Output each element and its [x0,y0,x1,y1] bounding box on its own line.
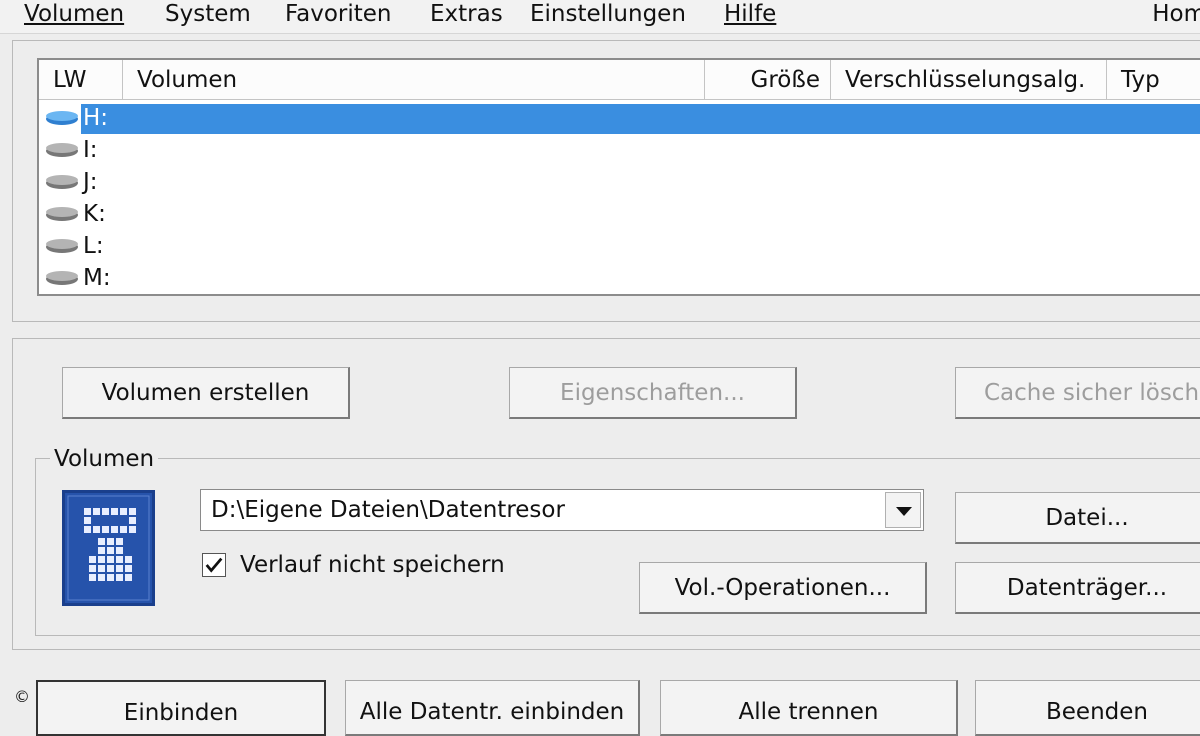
drive-row-i[interactable]: I: [39,134,1200,166]
create-volume-button[interactable]: Volumen erstellen [62,367,350,419]
copyright-mark: © [14,687,30,706]
volume-operations-button[interactable]: Vol.-Operationen... [639,562,927,614]
drive-row-k[interactable]: K: [39,198,1200,230]
menu-volumen-label: Volumen [24,1,125,27]
drive-list-header: LW Volumen Größe Verschlüsselungsalg. Ty… [39,60,1200,100]
select-file-label: Datei... [1045,504,1129,531]
exit-button[interactable]: Beenden [975,680,1200,736]
volume-path-dropdown-button[interactable] [885,492,921,528]
menu-homepage-label: Hom [1152,1,1200,27]
selection-highlight [81,104,1200,134]
select-device-button[interactable]: Datenträger... [955,562,1200,614]
volume-operations-label: Vol.-Operationen... [674,574,891,601]
drive-row-h[interactable]: H: [39,102,1200,134]
drive-row-m[interactable]: M: [39,262,1200,294]
mount-button[interactable]: Einbinden [36,680,326,736]
menu-hilfe-label: Hilfe [724,1,777,27]
column-header-algorithmus[interactable]: Verschlüsselungsalg. [831,60,1107,100]
menu-system-label: System [165,1,251,27]
drive-letter: I: [83,137,98,163]
drive-row-l[interactable]: L: [39,230,1200,262]
create-volume-label: Volumen erstellen [101,379,310,406]
drive-rows: H: I: J: K: L: M: [39,102,1200,294]
select-device-label: Datenträger... [1006,574,1168,601]
column-header-groesse[interactable]: Größe [705,60,831,100]
menu-homepage[interactable]: Hom [1152,0,1200,28]
mount-label: Einbinden [123,700,239,726]
drive-letter: K: [83,201,106,227]
properties-label: Eigenschaften... [560,379,745,406]
truecrypt-logo-icon [62,490,155,606]
menu-extras-label: Extras [430,1,503,27]
never-save-history-label[interactable]: Verlauf nicht speichern [240,550,505,580]
drive-letter: H: [83,105,109,131]
drive-icon [46,207,78,221]
chevron-down-icon [896,507,912,516]
column-header-volumen[interactable]: Volumen [123,60,705,100]
menu-extras[interactable]: Extras [430,0,503,28]
drive-icon [46,175,78,189]
menu-favoriten-label: Favoriten [285,1,392,27]
menu-bar: Volumen System Favoriten Extras Einstell… [0,0,1200,34]
column-header-lw[interactable]: LW [39,60,123,100]
menu-volumen[interactable]: Volumen [24,0,124,28]
wipe-cache-label: Cache sicher lösche [984,379,1200,406]
wipe-cache-button[interactable]: Cache sicher lösche [955,367,1200,419]
menu-einstellungen-label: Einstellungen [530,1,686,27]
select-file-button[interactable]: Datei... [955,492,1200,544]
column-header-typ[interactable]: Typ [1107,60,1200,100]
drive-letter: M: [83,265,111,291]
menu-favoriten[interactable]: Favoriten [285,0,392,28]
mount-all-button[interactable]: Alle Datentr. einbinden [345,680,640,736]
checkmark-icon [205,557,223,573]
drive-letter: L: [83,233,104,259]
menu-system[interactable]: System [165,0,251,28]
drive-letter: J: [83,169,98,195]
properties-button[interactable]: Eigenschaften... [509,367,797,419]
menu-hilfe[interactable]: Hilfe [724,0,776,28]
drive-list[interactable]: LW Volumen Größe Verschlüsselungsalg. Ty… [37,58,1200,296]
drive-icon [46,143,78,157]
drive-icon [46,239,78,253]
volume-path-combobox[interactable]: D:\Eigene Dateien\Datentresor [200,489,924,531]
volume-path-value[interactable]: D:\Eigene Dateien\Datentresor [211,490,565,530]
menu-einstellungen[interactable]: Einstellungen [530,0,686,28]
drive-icon-selected [46,111,78,125]
drive-icon [46,271,78,285]
exit-label: Beenden [1046,699,1148,725]
dismount-all-label: Alle trennen [738,699,879,725]
drive-row-j[interactable]: J: [39,166,1200,198]
dismount-all-button[interactable]: Alle trennen [660,680,958,736]
mount-all-label: Alle Datentr. einbinden [359,699,625,725]
never-save-history-checkbox[interactable] [202,553,226,577]
volume-group-label: Volumen [50,446,159,472]
